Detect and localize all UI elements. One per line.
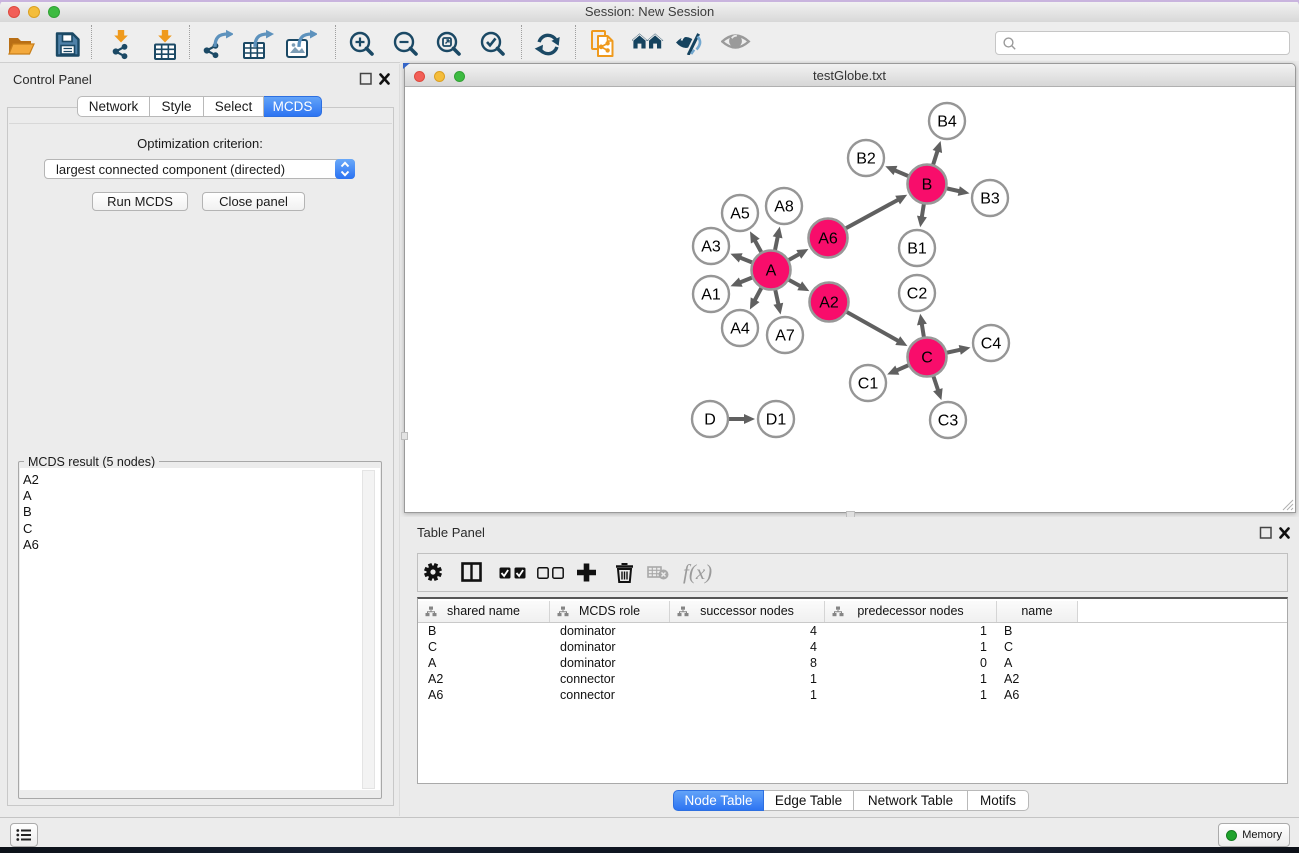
svg-text:A2: A2: [819, 295, 839, 312]
svg-text:A: A: [766, 263, 777, 280]
svg-text:A7: A7: [775, 328, 795, 345]
svg-text:B3: B3: [980, 191, 1000, 208]
svg-text:B1: B1: [907, 241, 927, 258]
svg-text:A1: A1: [701, 287, 721, 304]
svg-text:A4: A4: [730, 321, 750, 338]
svg-text:C: C: [921, 350, 933, 367]
svg-text:A5: A5: [730, 206, 750, 223]
svg-text:C1: C1: [858, 376, 879, 393]
svg-text:A6: A6: [818, 231, 838, 248]
svg-text:C3: C3: [938, 413, 959, 430]
svg-text:D1: D1: [766, 412, 787, 429]
svg-text:D: D: [704, 412, 716, 429]
svg-text:A3: A3: [701, 239, 721, 256]
svg-text:C4: C4: [981, 336, 1002, 353]
svg-text:B: B: [922, 177, 933, 194]
svg-text:B4: B4: [937, 114, 957, 131]
svg-text:A8: A8: [774, 199, 794, 216]
svg-text:B2: B2: [856, 151, 876, 168]
svg-text:C2: C2: [907, 286, 928, 303]
